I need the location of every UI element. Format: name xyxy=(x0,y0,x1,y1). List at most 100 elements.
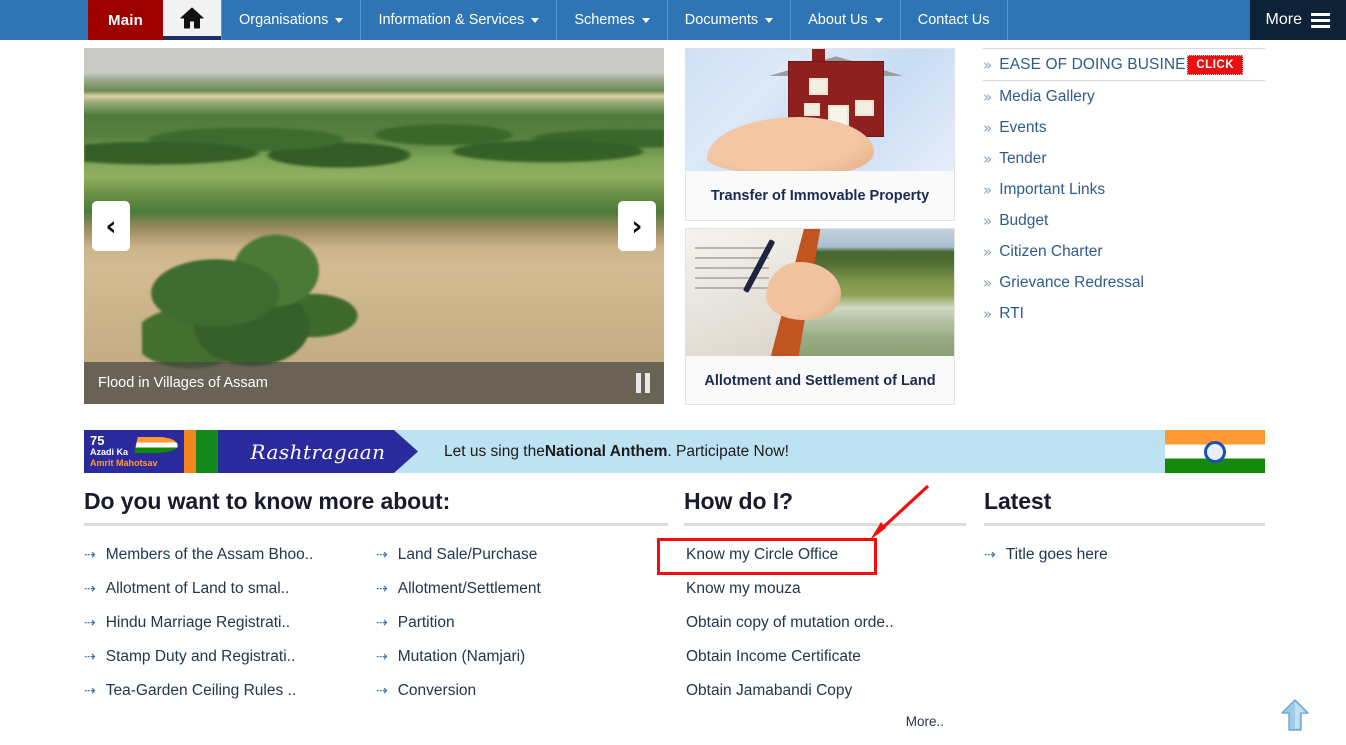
hand-holding-house-image xyxy=(686,49,954,171)
service-card-allotment-and-settlement-of-land[interactable]: Allotment and Settlement of Land xyxy=(685,228,955,405)
how-do-i-heading: How do I? xyxy=(684,488,793,514)
how-do-i-divider xyxy=(684,523,966,526)
list-item[interactable]: ⇢ Allotment of Land to smal.. xyxy=(84,572,376,606)
chevron-right-icon: › xyxy=(631,210,643,242)
rashtragaan-banner[interactable]: 75 Azadi Ka Amrit Mahotsav Rashtragaan L… xyxy=(84,430,1265,473)
how-do-i-item-know-my-mouza[interactable]: Know my mouza xyxy=(684,572,966,606)
how-do-i-more-link[interactable]: More.. xyxy=(684,714,966,729)
list-item-label: Partition xyxy=(397,614,455,631)
banner-green-divider xyxy=(196,430,218,473)
sidebar-item-tender[interactable]: » Tender xyxy=(983,143,1265,174)
how-do-i-item-obtain-copy-of-mutation-order[interactable]: Obtain copy of mutation orde.. xyxy=(684,606,966,640)
sidebar-item-ease-of-doing-business[interactable]: » EASE OF DOING BUSINESS CLICK xyxy=(983,48,1265,81)
nav-more-label: More xyxy=(1265,11,1302,28)
ashoka-chakra-icon xyxy=(1204,440,1226,463)
double-chevron-right-icon: » xyxy=(983,87,993,106)
hero-carousel[interactable]: ‹ › Flood in Villages of Assam xyxy=(84,48,664,404)
double-chevron-right-icon: » xyxy=(983,118,993,137)
main-navbar: Main Organisations Information & Service… xyxy=(0,0,1346,40)
chevron-left-icon: ‹ xyxy=(105,210,117,242)
carousel-next-button[interactable]: › xyxy=(618,201,656,251)
scroll-to-top-button[interactable] xyxy=(1281,698,1309,732)
banner-message: Let us sing the National Anthem. Partici… xyxy=(418,430,1165,473)
list-item-label: Know my Circle Office xyxy=(686,546,839,563)
how-do-i-item-know-my-circle-office[interactable]: Know my Circle Office xyxy=(684,538,966,572)
arrow-right-icon: ⇢ xyxy=(84,649,96,665)
sidebar-item-label: EASE OF DOING BUSINESS xyxy=(999,55,1207,73)
banner-orange-divider xyxy=(184,430,196,473)
indian-flag-image xyxy=(1165,430,1265,473)
nav-item-organisations-label: Organisations xyxy=(238,12,329,28)
sidebar-item-media-gallery[interactable]: » Media Gallery xyxy=(983,81,1265,112)
sidebar-item-label: Budget xyxy=(999,211,1049,229)
list-item-label: Members of the Assam Bhoo.. xyxy=(105,546,314,563)
service-card-transfer-of-immovable-property[interactable]: Transfer of Immovable Property xyxy=(685,48,955,221)
arrow-right-icon: ⇢ xyxy=(84,547,96,563)
list-item[interactable]: ⇢ Title goes here xyxy=(984,538,1265,572)
banner-message-post: . Participate Now! xyxy=(667,442,789,460)
nav-home-button[interactable] xyxy=(162,0,221,40)
list-item[interactable]: ⇢ Stamp Duty and Registrati.. xyxy=(84,640,376,674)
arrow-right-icon: ⇢ xyxy=(376,547,388,563)
nav-item-contact-us[interactable]: Contact Us xyxy=(899,0,1007,40)
arrow-right-icon: ⇢ xyxy=(84,615,96,631)
sidebar-item-grievance-redressal[interactable]: » Grievance Redressal xyxy=(983,267,1265,298)
azadi-ka-amrit-mahotsav-logo: 75 Azadi Ka Amrit Mahotsav xyxy=(84,430,184,473)
carousel-slide-image xyxy=(84,48,664,404)
sidebar-item-important-links[interactable]: » Important Links xyxy=(983,174,1265,205)
sidebar-item-rti[interactable]: » RTI xyxy=(983,298,1265,329)
sidebar-item-events[interactable]: » Events xyxy=(983,112,1265,143)
nav-item-schemes-label: Schemes xyxy=(574,12,635,28)
nav-item-schemes[interactable]: Schemes xyxy=(556,0,666,40)
how-do-i-section: How do I? Know my Circle Office Know my … xyxy=(684,488,966,729)
service-card-title: Transfer of Immovable Property xyxy=(710,187,930,204)
rashtragaan-label-chevron: Rashtragaan xyxy=(218,430,418,473)
list-item[interactable]: ⇢ Land Sale/Purchase xyxy=(376,538,668,572)
azadi-line2-text: Amrit Mahotsav xyxy=(90,458,158,468)
sidebar-quicklinks: » EASE OF DOING BUSINESS CLICK » Media G… xyxy=(983,48,1265,329)
know-more-heading: Do you want to know more about: xyxy=(84,488,451,514)
sidebar-item-label: RTI xyxy=(999,304,1024,322)
nav-item-information-services[interactable]: Information & Services xyxy=(360,0,556,40)
latest-heading: Latest xyxy=(984,488,1052,514)
carousel-pause-button[interactable] xyxy=(636,373,650,393)
arrow-right-icon: ⇢ xyxy=(376,683,388,699)
list-item[interactable]: ⇢ Partition xyxy=(376,606,668,640)
carousel-caption-bar: Flood in Villages of Assam xyxy=(84,362,664,404)
nav-item-main-label: Main xyxy=(108,11,143,29)
list-item[interactable]: ⇢ Hindu Marriage Registrati.. xyxy=(84,606,376,640)
sidebar-item-budget[interactable]: » Budget xyxy=(983,205,1265,236)
nav-item-organisations[interactable]: Organisations xyxy=(220,0,360,40)
list-item[interactable]: ⇢ Conversion xyxy=(376,674,668,708)
carousel-caption-text: Flood in Villages of Assam xyxy=(98,375,268,391)
double-chevron-right-icon: » xyxy=(983,304,993,323)
list-item[interactable]: ⇢ Allotment/Settlement xyxy=(376,572,668,606)
double-chevron-right-icon: » xyxy=(983,211,993,230)
sidebar-item-label: Important Links xyxy=(999,180,1106,198)
list-item[interactable]: ⇢ Mutation (Namjari) xyxy=(376,640,668,674)
sidebar-item-citizen-charter[interactable]: » Citizen Charter xyxy=(983,236,1265,267)
know-more-left-list: ⇢ Members of the Assam Bhoo.. ⇢ Allotmen… xyxy=(84,538,376,708)
nav-more-button[interactable]: More xyxy=(1249,0,1346,40)
know-more-divider xyxy=(84,523,668,526)
list-item[interactable]: ⇢ Tea-Garden Ceiling Rules .. xyxy=(84,674,376,708)
sidebar-item-label: Grievance Redressal xyxy=(999,273,1144,291)
sidebar-item-label: Media Gallery xyxy=(999,87,1095,105)
nav-item-documents[interactable]: Documents xyxy=(666,0,790,40)
carousel-prev-button[interactable]: ‹ xyxy=(92,201,130,251)
list-item[interactable]: ⇢ Members of the Assam Bhoo.. xyxy=(84,538,376,572)
banner-message-bold: National Anthem xyxy=(544,442,668,460)
double-chevron-right-icon: » xyxy=(983,273,993,292)
how-do-i-item-obtain-income-certificate[interactable]: Obtain Income Certificate xyxy=(684,640,966,674)
nav-item-main[interactable]: Main xyxy=(88,0,163,40)
hamburger-menu-icon xyxy=(1311,12,1330,28)
home-icon xyxy=(180,7,204,29)
double-chevron-right-icon: » xyxy=(983,55,993,74)
chevron-down-icon xyxy=(641,17,650,23)
list-item-label: Mutation (Namjari) xyxy=(397,648,526,665)
how-do-i-item-obtain-jamabandi-copy[interactable]: Obtain Jamabandi Copy xyxy=(684,674,966,708)
nav-item-about-us[interactable]: About Us xyxy=(790,0,900,40)
navbar-right-spacer xyxy=(1006,0,1250,40)
click-badge[interactable]: CLICK xyxy=(1187,54,1243,75)
know-more-right-list: ⇢ Land Sale/Purchase ⇢ Allotment/Settlem… xyxy=(376,538,668,708)
